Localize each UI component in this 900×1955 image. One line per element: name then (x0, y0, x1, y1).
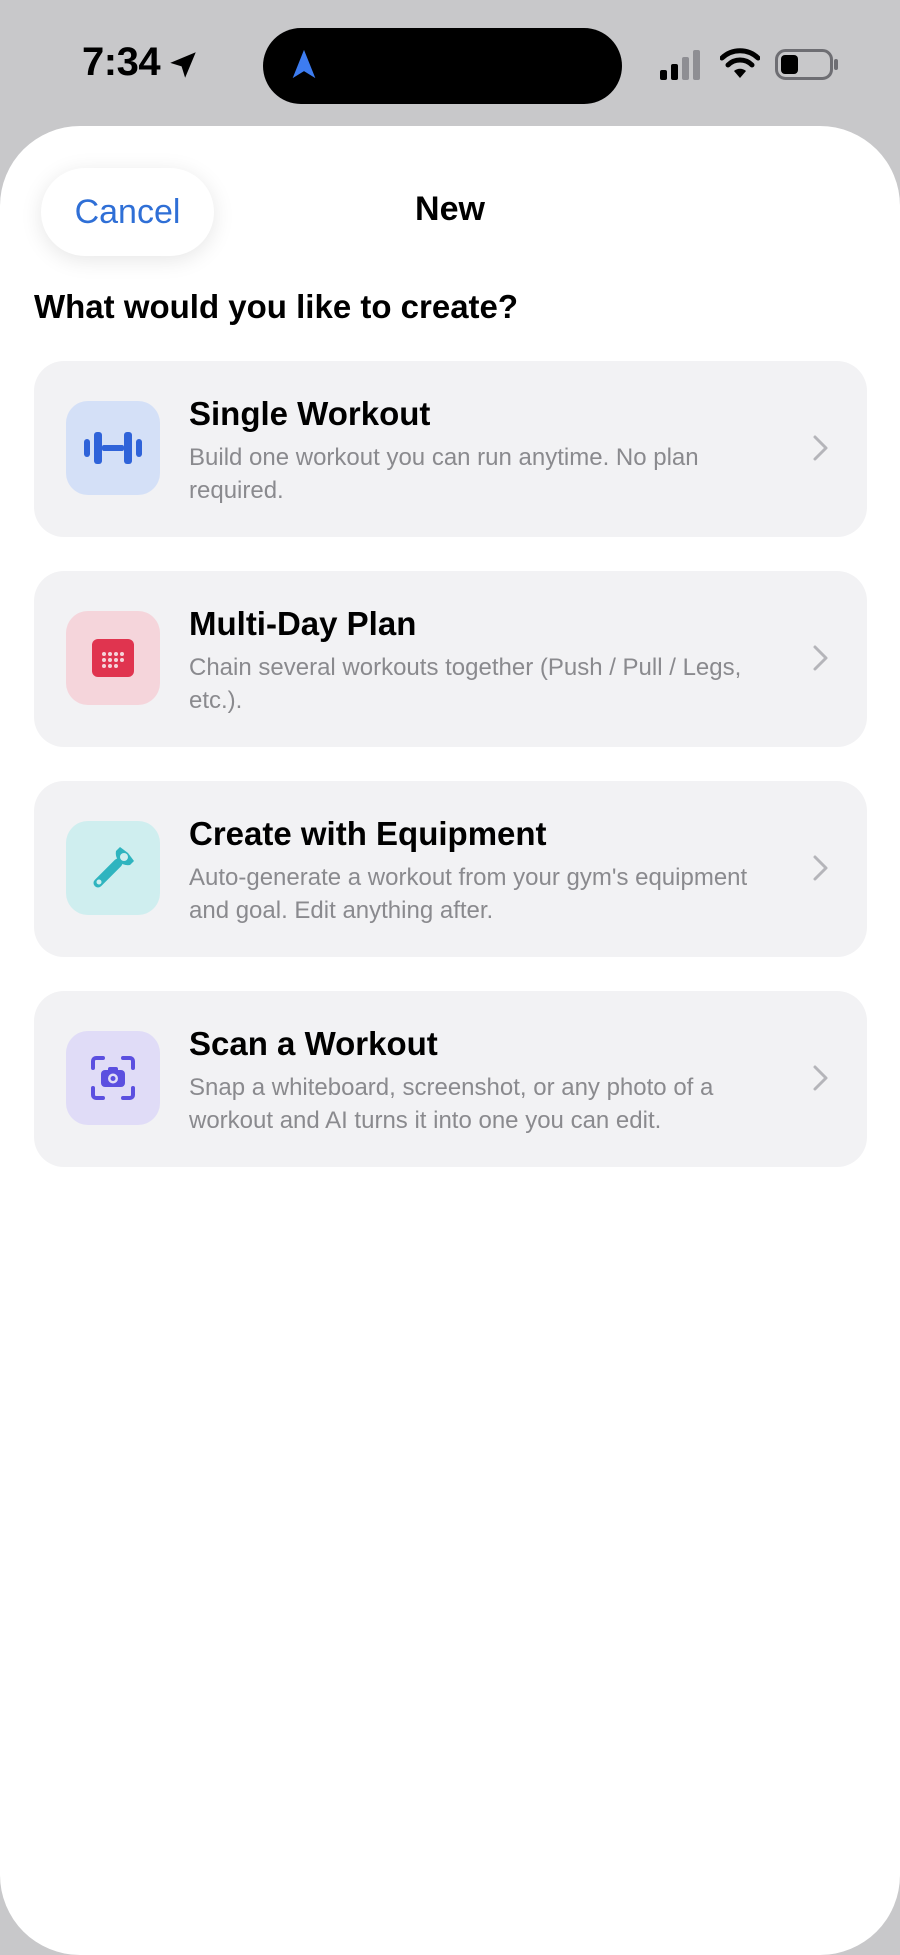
wifi-icon (720, 48, 760, 78)
battery-icon (775, 49, 838, 80)
calendar-icon-tile (66, 611, 160, 705)
chevron-right-icon (813, 645, 828, 671)
chevron-right-icon (813, 435, 828, 461)
option-description: Chain several workouts together (Push / … (189, 654, 742, 714)
status-time: 7:34 (82, 40, 161, 84)
dumbbell-icon (84, 432, 142, 464)
option-multi-day-plan[interactable]: Multi-Day Plan Chain several workouts to… (34, 571, 867, 747)
camera-scan-icon-tile (66, 1031, 160, 1125)
location-arrow-icon (170, 52, 196, 78)
create-question: What would you like to create? (34, 288, 519, 325)
option-create-with-equipment[interactable]: Create with Equipment Auto-generate a wo… (34, 781, 867, 957)
chevron-right-icon (813, 855, 828, 881)
wrench-icon (93, 847, 134, 888)
sheet-title: New (415, 190, 485, 228)
option-description: Auto-generate a workout from your gym's … (189, 864, 748, 924)
dumbbell-icon-tile (66, 401, 160, 495)
camera-scan-icon (91, 1056, 135, 1100)
chevron-right-icon (813, 1065, 828, 1091)
option-scan-a-workout[interactable]: Scan a Workout Snap a whiteboard, screen… (34, 991, 867, 1167)
option-description: Snap a whiteboard, screenshot, or any ph… (189, 1074, 714, 1134)
option-single-workout[interactable]: Single Workout Build one workout you can… (34, 361, 867, 537)
new-sheet: Cancel New What would you like to create… (0, 126, 900, 1955)
option-title: Create with Equipment (189, 815, 547, 852)
option-description: Build one workout you can run anytime. N… (189, 444, 699, 504)
wrench-icon-tile (66, 821, 160, 915)
calendar-icon (92, 639, 134, 677)
option-title: Multi-Day Plan (189, 605, 417, 642)
navigation-icon (292, 49, 316, 79)
option-title: Single Workout (189, 395, 431, 432)
dynamic-island (263, 28, 622, 104)
status-bar: 7:34 (0, 0, 900, 125)
cellular-signal-icon (660, 50, 700, 80)
option-title: Scan a Workout (189, 1025, 438, 1062)
